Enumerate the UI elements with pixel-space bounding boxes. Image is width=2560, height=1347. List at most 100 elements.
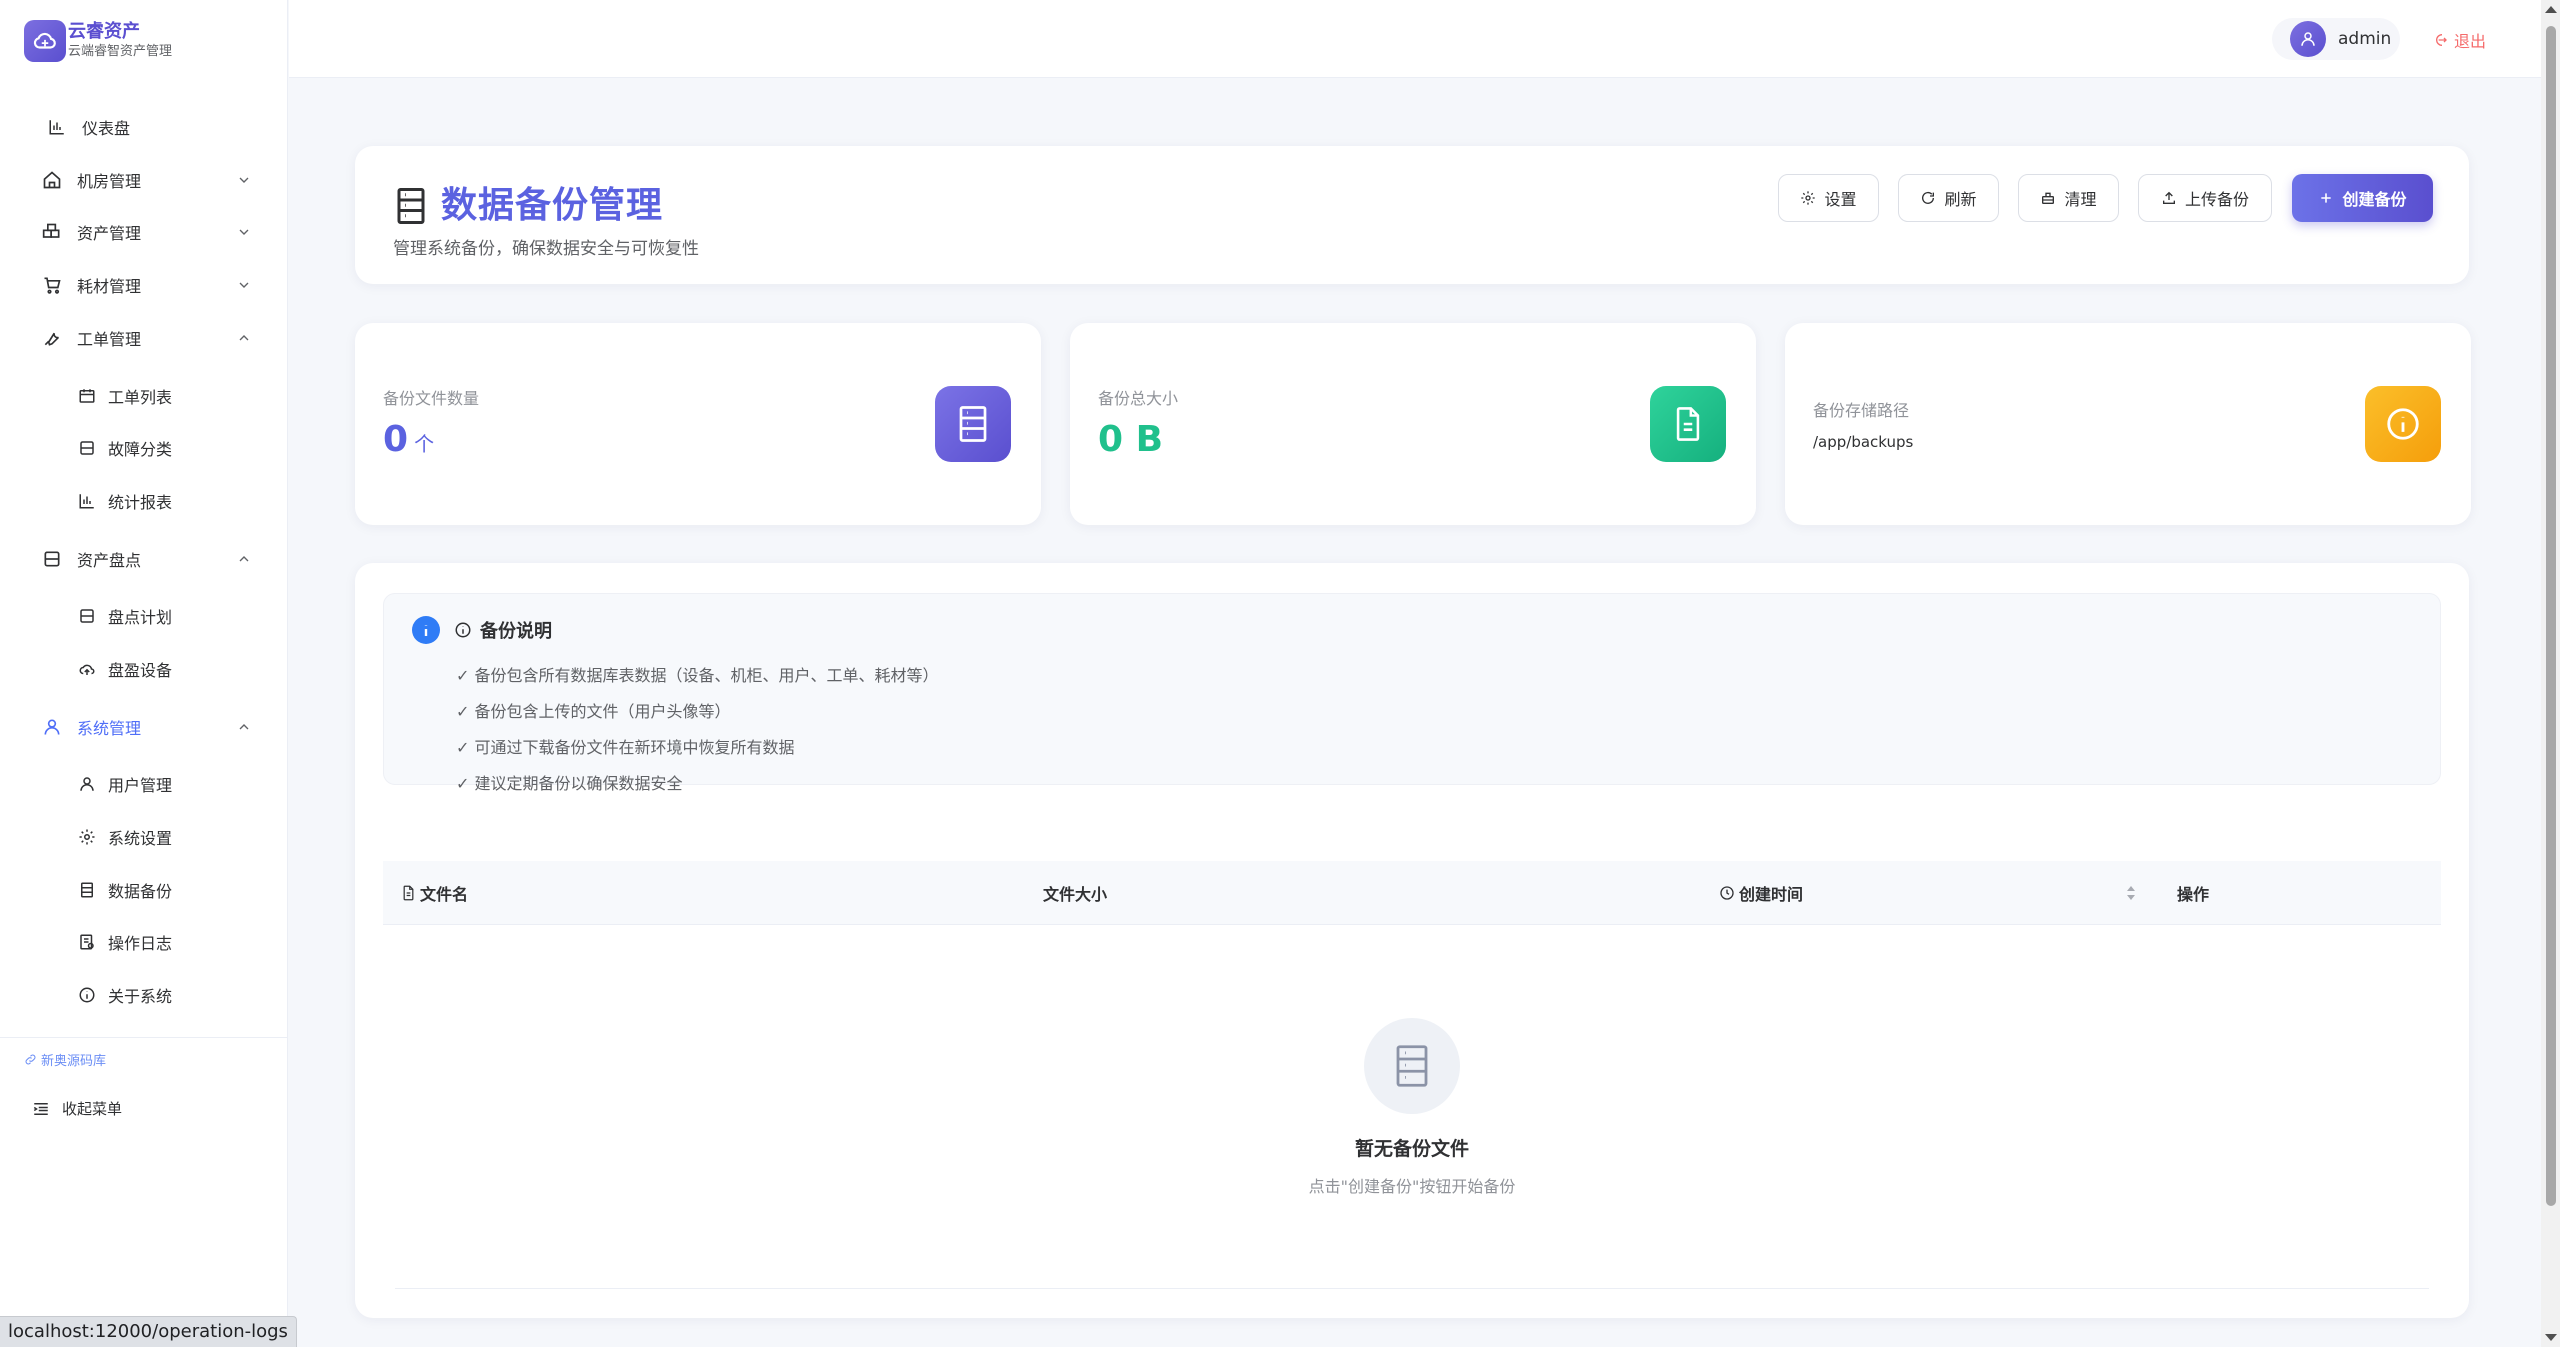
sort-icon[interactable] [2125,884,2137,902]
col-size: 文件大小 [1043,861,1107,925]
collapse-label: 收起菜单 [62,1100,123,1118]
archive-icon [76,605,98,627]
col-size-label: 文件大小 [1043,885,1108,904]
info-icon [455,622,471,638]
stat-path-value: /app/backups [1813,433,1914,451]
stat-value: 0个 [383,419,434,460]
divider [395,1288,2429,1289]
logout-label: 退出 [2454,32,2487,51]
user-icon [41,716,63,738]
bar-chart-icon [46,116,68,138]
sidebar-item-room[interactable]: 机房管理 [0,160,288,200]
sidebar-item-label: 用户管理 [108,776,173,795]
source-link[interactable]: 新奥源码库 [24,1050,106,1069]
link-icon [25,1054,36,1065]
info-badge-icon [412,616,440,644]
sidebar-divider [0,1037,288,1038]
brand-subtitle: 云端睿智资产管理 [68,44,173,59]
server-icon [393,186,429,230]
log-icon [76,931,98,953]
avatar [2290,21,2326,57]
sidebar-item-label: 仪表盘 [82,119,131,138]
chevron-up-icon [239,556,249,562]
sidebar-item-label: 关于系统 [108,987,173,1006]
sidebar-item-asset[interactable]: 资产管理 [0,212,288,252]
chevron-down-icon [239,177,249,183]
page-subtitle: 管理系统备份，确保数据安全与可恢复性 [393,239,699,259]
cart-icon [41,274,63,296]
sidebar-item-inventory[interactable]: 资产盘点 [0,539,288,579]
browser-status-url: localhost:12000/operation-logs [0,1316,297,1347]
archive-icon [41,548,63,570]
sidebar-item-label: 耗材管理 [77,277,142,296]
brand[interactable]: 云睿资产 云端睿智资产管理 [24,18,172,64]
sidebar-item-label: 盘点计划 [108,608,173,627]
brand-title: 云睿资产 [68,21,140,42]
sidebar-item-fault-category[interactable]: 故障分类 [0,428,288,468]
sidebar-item-label: 操作日志 [108,934,173,953]
settings-button-label: 设置 [1824,192,1857,209]
sidebar-item-op-logs[interactable]: 操作日志 [0,922,288,962]
menu-fold-icon [33,1102,48,1115]
user-icon [2301,32,2315,46]
calendar-icon [76,385,98,407]
sidebar-item-stat-report[interactable]: 统计报表 [0,481,288,521]
col-created[interactable]: 创建时间 [1719,861,2135,925]
scroll-up-arrow[interactable] [2545,6,2557,13]
sidebar-item-user-mgmt[interactable]: 用户管理 [0,764,288,804]
sidebar-item-consumable[interactable]: 耗材管理 [0,265,288,305]
upload-backup-button[interactable]: 上传备份 [2138,174,2272,222]
backup-notice: 备份说明 ✓ 备份包含所有数据库表数据（设备、机柜、用户、工单、耗材等） ✓ 备… [383,593,2441,793]
clean-button[interactable]: 清理 [2018,174,2119,222]
sidebar-item-inventory-surplus[interactable]: 盘盈设备 [0,649,288,689]
file-icon [403,885,414,901]
notice-header: 备份说明 [412,616,552,644]
bar-chart-icon [76,490,98,512]
sidebar-item-sys-settings[interactable]: 系统设置 [0,817,288,857]
wrench-icon [41,327,63,349]
server-icon [1396,1045,1428,1087]
sidebar-item-label: 工单管理 [77,330,142,349]
sidebar-item-label: 统计报表 [108,493,173,512]
chevron-up-icon [239,335,249,341]
scroll-down-arrow[interactable] [2545,1334,2557,1341]
notice-line: ✓ 备份包含所有数据库表数据（设备、机柜、用户、工单、耗材等） [456,666,939,685]
table-header: 文件名 文件大小 创建时间 操作 [383,861,2441,925]
logout-icon [2436,34,2447,46]
archive-icon [76,437,98,459]
stat-label: 备份文件数量 [383,389,480,408]
sidebar-item-inventory-plan[interactable]: 盘点计划 [0,596,288,636]
sidebar-item-label: 机房管理 [77,172,142,191]
empty-state-icon [1364,1018,1460,1114]
gear-icon [76,826,98,848]
refresh-button-label: 刷新 [1944,192,1977,209]
stat-count-value: 0 [383,419,409,460]
logout-button[interactable]: 退出 [2432,28,2486,52]
stat-card-count: 备份文件数量 0个 [355,323,1041,525]
sidebar-item-workorder-list[interactable]: 工单列表 [0,376,288,416]
sidebar-item-label: 工单列表 [108,388,173,407]
settings-button[interactable]: 设置 [1778,174,1879,222]
sidebar-item-dashboard[interactable]: 仪表盘 [0,107,288,147]
source-link-label: 新奥源码库 [41,1054,107,1069]
top-header [289,0,2541,78]
backup-panel: 备份说明 ✓ 备份包含所有数据库表数据（设备、机柜、用户、工单、耗材等） ✓ 备… [355,563,2469,1318]
chevron-down-icon [239,282,249,288]
sidebar-item-system[interactable]: 系统管理 [0,707,288,747]
user-icon [76,773,98,795]
create-backup-button[interactable]: 创建备份 [2292,174,2433,222]
clock-icon [1720,886,1734,900]
sidebar-item-label: 系统管理 [77,719,142,738]
server-icon [76,879,98,901]
refresh-button[interactable]: 刷新 [1898,174,1999,222]
sidebar-item-about[interactable]: 关于系统 [0,975,288,1015]
collapse-menu-button[interactable]: 收起菜单 [32,1098,122,1119]
broom-icon [2042,192,2055,204]
sidebar-item-workorder[interactable]: 工单管理 [0,318,288,358]
sidebar-item-label: 资产管理 [77,224,142,243]
create-button-label: 创建备份 [2342,192,2407,209]
user-menu[interactable]: admin [2272,18,2400,60]
col-created-label: 创建时间 [1739,885,1804,904]
scrollbar-thumb[interactable] [2546,26,2556,1206]
sidebar-item-data-backup[interactable]: 数据备份 [0,870,288,910]
